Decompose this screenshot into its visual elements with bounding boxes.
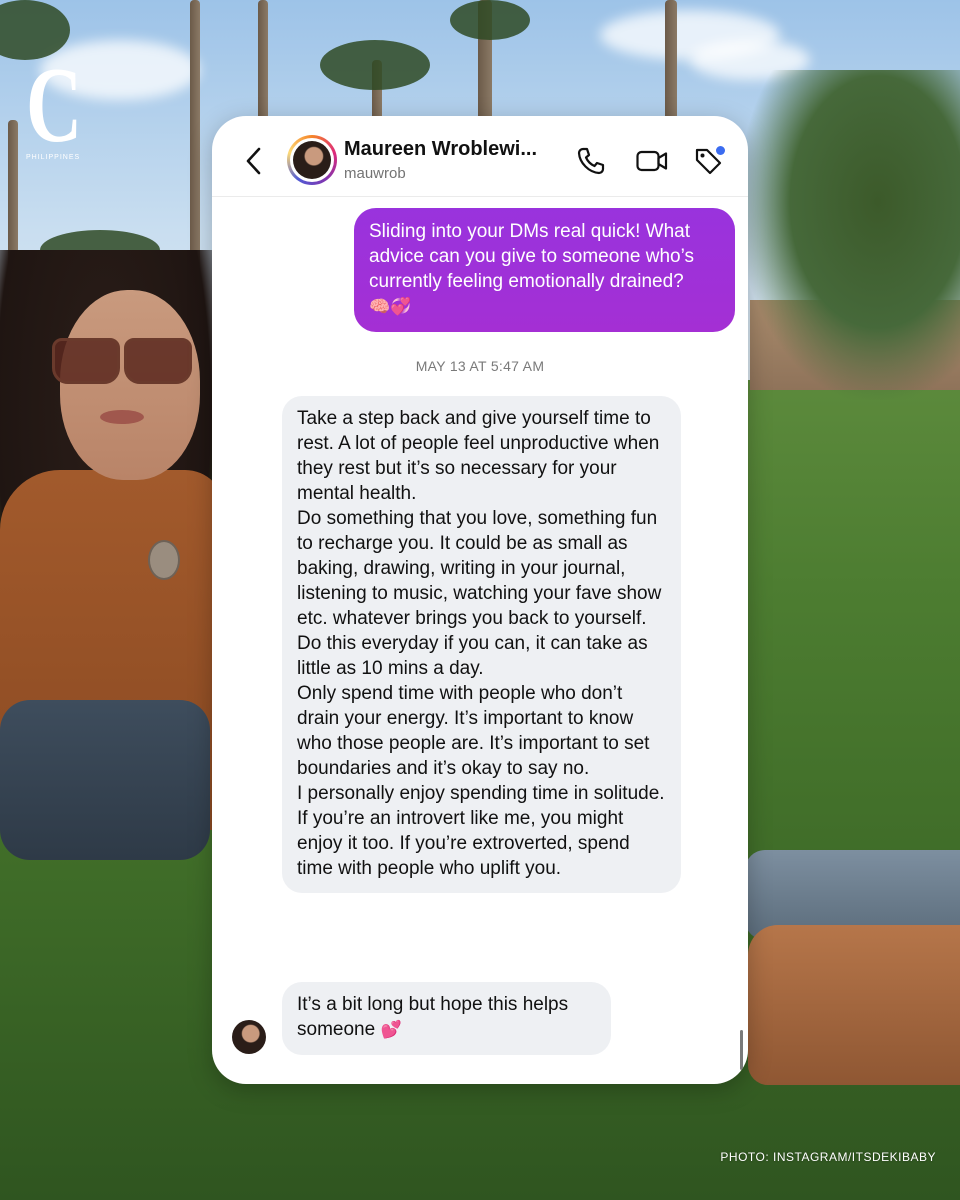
message-timestamp: MAY 13 AT 5:47 AM	[415, 358, 545, 374]
scrollbar[interactable]	[740, 1030, 743, 1070]
incoming-message-paragraph: I personally enjoy spending time in soli…	[297, 783, 665, 879]
sender-avatar[interactable]	[232, 1020, 266, 1054]
contact-name[interactable]: Maureen Wroblewi...	[344, 138, 537, 161]
contact-handle: mauwrob	[344, 165, 406, 182]
call-button[interactable]	[575, 145, 607, 177]
notification-dot	[716, 146, 725, 155]
pendant-necklace	[148, 540, 180, 580]
contact-avatar[interactable]	[287, 135, 337, 185]
brand-logo: C PHILIPPINES	[26, 46, 86, 165]
incoming-message[interactable]: Take a step back and give yourself time …	[282, 396, 681, 893]
outgoing-message-text: Sliding into your DMs real quick! What a…	[369, 221, 694, 292]
incoming-message-paragraph: Do something that you love, something fu…	[297, 508, 662, 679]
incoming-message-paragraph: Only spend time with people who don’t dr…	[297, 683, 650, 779]
boot	[748, 925, 960, 1085]
outgoing-message-emojis: 🧠💞	[369, 297, 412, 317]
back-button[interactable]	[242, 144, 266, 178]
chevron-left-icon	[246, 147, 261, 175]
incoming-message-last-emoji: 💕	[380, 1020, 402, 1040]
lips	[100, 410, 144, 424]
brand-logo-letter: C	[26, 46, 82, 165]
jeans	[0, 700, 210, 860]
sunglasses	[52, 338, 192, 384]
video-call-button[interactable]	[635, 145, 669, 177]
dm-chat-window: Maureen Wroblewi... mauwrob Sliding into…	[212, 116, 748, 1084]
photo-credit: PHOTO: INSTAGRAM/ITSDEKIBABY	[720, 1150, 936, 1164]
trees	[740, 70, 960, 400]
video-camera-icon	[636, 150, 668, 172]
chat-header: Maureen Wroblewi... mauwrob	[212, 116, 748, 197]
phone-icon	[577, 147, 605, 175]
person-face	[60, 290, 200, 480]
incoming-message-paragraph: Take a step back and give yourself time …	[297, 408, 660, 504]
outgoing-message[interactable]: Sliding into your DMs real quick! What a…	[354, 208, 735, 332]
incoming-message-last-text: It’s a bit long but hope this helps some…	[297, 994, 569, 1040]
incoming-message-last[interactable]: It’s a bit long but hope this helps some…	[282, 982, 611, 1055]
